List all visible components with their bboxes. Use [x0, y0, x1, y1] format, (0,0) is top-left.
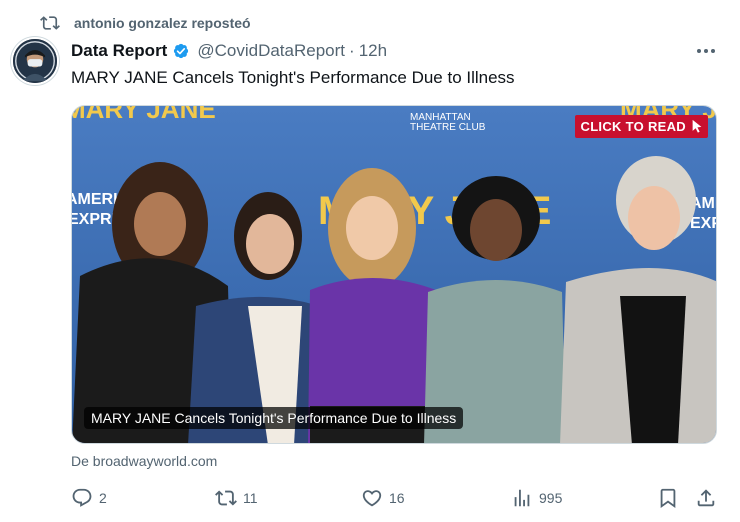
repost-context[interactable]: antonio gonzalez reposteó: [40, 12, 251, 34]
author-handle[interactable]: @CovidDataReport: [197, 41, 345, 61]
cursor-icon: [692, 119, 702, 133]
views-button[interactable]: 995: [511, 485, 562, 511]
click-to-read-badge[interactable]: CLICK TO READ: [574, 115, 708, 138]
reply-button[interactable]: 2: [71, 485, 107, 511]
backdrop-text: EXPRESS: [690, 215, 717, 232]
share-button[interactable]: [695, 485, 717, 511]
views-icon: [514, 489, 530, 507]
more-icon[interactable]: [694, 40, 718, 62]
like-button[interactable]: 16: [361, 485, 405, 511]
backdrop-text: MARY JANE: [72, 106, 216, 124]
repost-icon: [40, 16, 60, 30]
tweet-text: MARY JANE Cancels Tonight's Performance …: [71, 68, 515, 87]
backdrop-text: THEATRE CLUB: [410, 122, 486, 133]
bookmark-icon: [660, 488, 676, 509]
verified-badge-icon: [174, 43, 189, 59]
retweet-count: 11: [243, 490, 258, 506]
card-source[interactable]: De broadwayworld.com: [71, 453, 217, 469]
share-icon: [697, 489, 715, 507]
separator-dot: ·: [349, 41, 355, 60]
tweet-header: Data Report @CovidDataReport · 12h: [71, 39, 387, 63]
action-bar: 2 11 16 995: [71, 485, 721, 511]
card-photo: MARY JANE MANHATTAN THEATRE CLUB MARY JA…: [72, 106, 717, 443]
reply-icon: [72, 488, 92, 507]
reply-count: 2: [99, 490, 107, 506]
like-icon: [362, 490, 382, 507]
retweet-icon: [215, 490, 237, 506]
author-name[interactable]: Data Report: [71, 41, 167, 61]
views-count: 995: [539, 490, 563, 506]
bookmark-button[interactable]: [657, 485, 679, 511]
link-card[interactable]: MARY JANE MANHATTAN THEATRE CLUB MARY JA…: [71, 105, 717, 444]
repost-text: antonio gonzalez reposteó: [74, 15, 251, 31]
like-count: 16: [389, 490, 405, 506]
cta-label: CLICK TO READ: [580, 119, 686, 134]
card-caption: MARY JANE Cancels Tonight's Performance …: [84, 407, 464, 429]
avatar[interactable]: [11, 37, 59, 85]
retweet-button[interactable]: 11: [215, 485, 258, 511]
timestamp[interactable]: 12h: [359, 41, 387, 61]
